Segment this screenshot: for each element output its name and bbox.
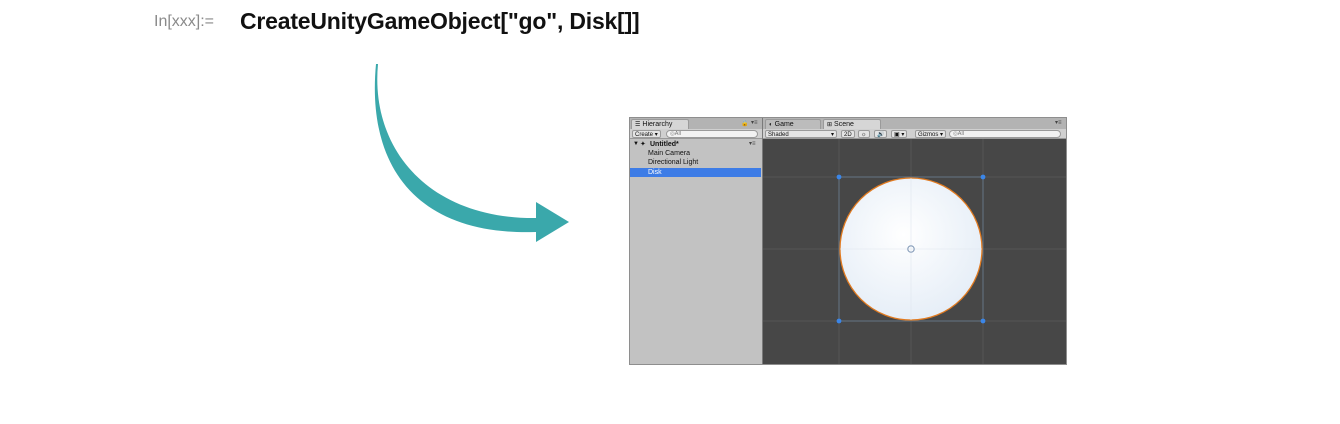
hierarchy-item-label: Disk (648, 169, 662, 176)
scene-viewport[interactable] (763, 139, 1066, 364)
chevron-down-icon: ▾ (654, 132, 658, 138)
lock-icon[interactable]: 🔒 (741, 120, 748, 127)
unity-editor-window: ☰ Hierarchy 🔒 ▾≡ Create ▾ ◎All ▼ ✦ Untitl… (629, 117, 1067, 365)
rect-handle-top-right (980, 174, 986, 180)
tab-hierarchy[interactable]: ☰ Hierarchy (631, 119, 689, 129)
hierarchy-scene-row[interactable]: ▼ ✦ Untitled* ▾≡ (630, 140, 761, 149)
panel-menu-icon[interactable]: ▾≡ (751, 119, 758, 126)
hierarchy-item-label: Main Camera (648, 150, 691, 157)
scene-panel: ◐ Game ⊞ Scene ▾≡ Shaded ▾ 2D ☼ 🔊 ▣ ▾ Gizm… (763, 118, 1066, 364)
hierarchy-item-directional-light[interactable]: Directional Light (630, 158, 761, 167)
chevron-down-icon: ▾ (940, 132, 944, 138)
chevron-down-icon: ▾ (830, 132, 834, 138)
audio-toggle-icon[interactable]: 🔊 (874, 130, 888, 138)
scene-toolbar: Shaded ▾ 2D ☼ 🔊 ▣ ▾ Gizmos ▾ ◎All (763, 129, 1066, 139)
hierarchy-panel: ☰ Hierarchy 🔒 ▾≡ Create ▾ ◎All ▼ ✦ Untitl… (630, 118, 762, 364)
hierarchy-search-input[interactable]: ◎All (666, 130, 758, 138)
hierarchy-item-main-camera[interactable]: Main Camera (630, 149, 761, 158)
tab-game-label: Game (774, 121, 794, 128)
rect-handle-top-left (836, 174, 842, 180)
lighting-toggle-icon[interactable]: ☼ (858, 130, 870, 138)
tab-scene-label: Scene (834, 121, 854, 128)
shading-mode-label: Shaded (768, 132, 789, 138)
rect-handle-bottom-left (836, 318, 842, 324)
hierarchy-tabbar: ☰ Hierarchy 🔒 ▾≡ (630, 118, 762, 129)
create-dropdown[interactable]: Create ▾ (632, 130, 661, 138)
gizmos-dropdown[interactable]: Gizmos ▾ (915, 130, 947, 138)
notebook-input-code[interactable]: CreateUnityGameObject["go", Disk[]] (240, 8, 640, 35)
scene-canvas[interactable] (763, 139, 1066, 364)
tab-hierarchy-label: Hierarchy (642, 121, 673, 128)
unity-scene-icon: ✦ (640, 141, 646, 148)
tab-game[interactable]: ◐ Game (765, 119, 821, 129)
scene-menu-icon[interactable]: ▾≡ (749, 140, 756, 149)
notebook-input-label: In[xxx]:= (154, 13, 215, 30)
expand-triangle-icon[interactable]: ▼ (633, 140, 639, 149)
flow-arrow-head (536, 202, 569, 242)
panel-menu-icon[interactable]: ▾≡ (1055, 119, 1062, 126)
tab-scene[interactable]: ⊞ Scene (823, 119, 881, 129)
scene-tabbar: ◐ Game ⊞ Scene ▾≡ (763, 118, 1066, 129)
gizmos-label: Gizmos (918, 132, 939, 138)
flow-arrow-shaft (374, 64, 538, 233)
hierarchy-item-label: Directional Light (648, 159, 699, 166)
create-dropdown-label: Create (635, 132, 654, 138)
2d-toggle-button[interactable]: 2D (841, 130, 855, 138)
shading-mode-dropdown[interactable]: Shaded ▾ (765, 130, 837, 138)
scene-search-input[interactable]: ◎All (949, 130, 1061, 138)
hierarchy-toolbar: Create ▾ ◎All (630, 129, 762, 139)
hierarchy-item-disk[interactable]: Disk (630, 168, 761, 177)
scene-name: Untitled* (650, 141, 679, 148)
rect-handle-bottom-right (980, 318, 986, 324)
effects-toggle-icon[interactable]: ▣ ▾ (891, 130, 908, 138)
flow-arrow-icon (374, 64, 569, 242)
